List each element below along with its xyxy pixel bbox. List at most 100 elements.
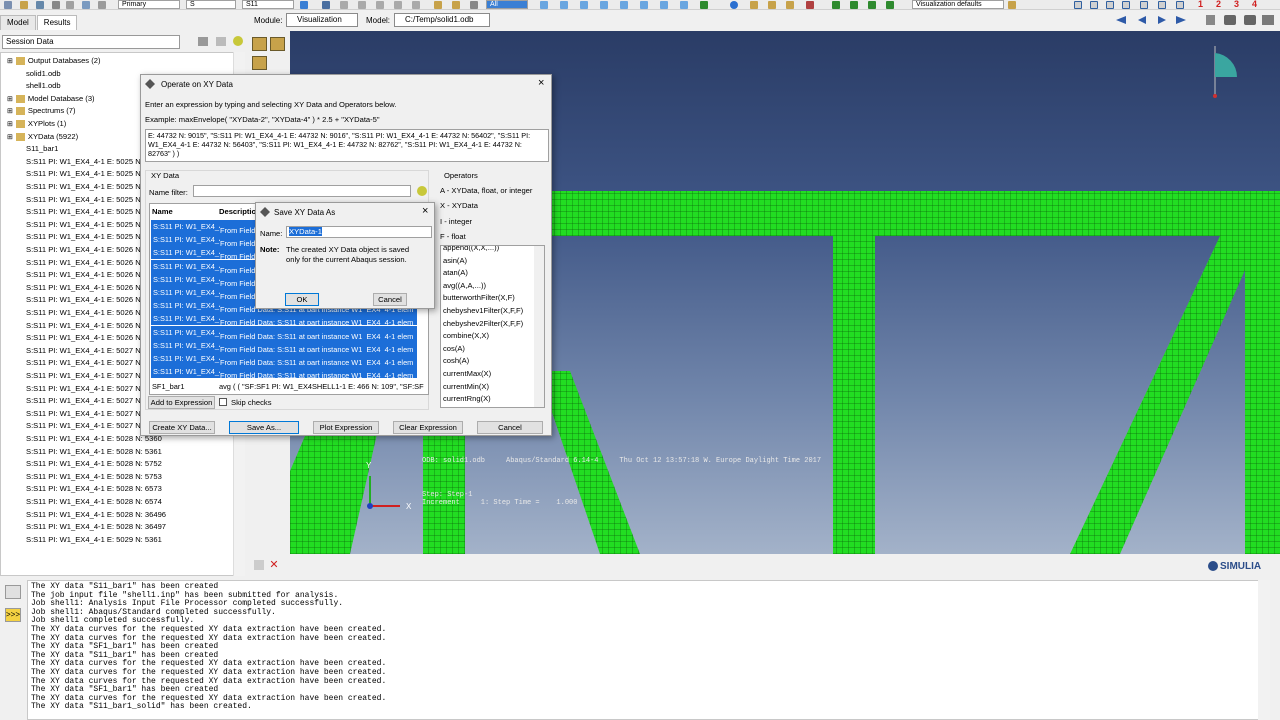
- tree-item[interactable]: S:S11 PI: W1_EX4_4-1 E: 5027 N: 5: [26, 370, 149, 383]
- mesh-hidden-icon[interactable]: [850, 1, 858, 9]
- cycle-icon[interactable]: [412, 1, 420, 9]
- list-item[interactable]: S:S11 PI: W1_EX4_4From Field Data: S:S11…: [151, 338, 417, 352]
- operator-item[interactable]: combine(X,X): [443, 330, 489, 343]
- color-code-icon[interactable]: [1008, 1, 1016, 9]
- tree-item[interactable]: S:S11 PI: W1_EX4_4-1 E: 5027 N: 5: [26, 357, 149, 370]
- tree-item[interactable]: S:S11 PI: W1_EX4_4-1 E: 5025 N: 5: [26, 194, 149, 207]
- new-icon[interactable]: [4, 1, 12, 9]
- expand-icon[interactable]: ⊞: [7, 58, 13, 65]
- back-arrow-icon[interactable]: [254, 560, 264, 570]
- module-select[interactable]: Visualization: [286, 13, 358, 27]
- tab-results[interactable]: Results: [36, 15, 78, 30]
- tree-item[interactable]: S:S11 PI: W1_EX4_4-1 E: 5028 N: 6573: [26, 483, 162, 496]
- model-select[interactable]: C:/Temp/solid1.odb: [394, 13, 490, 27]
- rotate-icon[interactable]: [340, 1, 348, 9]
- close-icon[interactable]: ×: [422, 205, 428, 217]
- tree-highlight-icon[interactable]: [233, 36, 243, 46]
- tree-item[interactable]: ⊞ Model Database (3): [7, 93, 95, 106]
- viewport-link-icon[interactable]: [1122, 1, 1130, 9]
- list-last-name[interactable]: SF1_bar1: [152, 382, 184, 391]
- variable-select[interactable]: S: [186, 0, 236, 9]
- image-icon[interactable]: [1262, 15, 1274, 25]
- message-tab-icon[interactable]: [5, 585, 21, 599]
- tree-item[interactable]: ⊞ Output Databases (2): [7, 55, 100, 68]
- create-xy-data-icon[interactable]: [252, 37, 267, 51]
- display-group-icon[interactable]: [452, 1, 460, 9]
- operators-scrollbar[interactable]: [534, 246, 544, 407]
- tree-item[interactable]: S:S11 PI: W1_EX4_4-1 E: 5026 N: 5: [26, 269, 149, 282]
- operator-item[interactable]: append((X,X,...)): [443, 246, 499, 255]
- tree-item[interactable]: S:S11 PI: W1_EX4_4-1 E: 5026 N: 6: [26, 307, 149, 320]
- expand-icon[interactable]: ⊞: [7, 121, 13, 128]
- annotation-icon[interactable]: [768, 1, 776, 9]
- operator-item[interactable]: currentMin(X): [443, 381, 489, 394]
- tree-item[interactable]: S:S11 PI: W1_EX4_4-1 E: 5028 N: 5361: [26, 446, 162, 459]
- view-manipulation-icon[interactable]: [786, 1, 794, 9]
- previous-frame-icon[interactable]: [1138, 16, 1146, 24]
- layers-icon[interactable]: [434, 1, 442, 9]
- cancel-button[interactable]: Cancel: [477, 421, 543, 434]
- primary-select[interactable]: Primary: [118, 0, 180, 9]
- operator-item[interactable]: avg((A,A,...)): [443, 280, 486, 293]
- tree-item[interactable]: S:S11 PI: W1_EX4_4-1 E: 5025 N: 6: [26, 206, 149, 219]
- print-icon[interactable]: [52, 1, 60, 9]
- tree-item[interactable]: S:S11 PI: W1_EX4_4-1 E: 5028 N: 36497: [26, 521, 166, 534]
- viewport-annot-icon[interactable]: [1176, 1, 1184, 9]
- message-scrollbar[interactable]: [1258, 580, 1270, 720]
- mesh-shaded-icon[interactable]: [886, 1, 894, 9]
- tree-item[interactable]: ⊞ XYData (5922): [7, 131, 78, 144]
- save-as-button[interactable]: Save As...: [229, 421, 299, 434]
- replace-icon[interactable]: [470, 1, 478, 9]
- view-back-icon[interactable]: [580, 1, 588, 9]
- list-last-desc[interactable]: avg ( ( "SF:SF1 PI: W1_EX4SHELL1-1 E: 46…: [219, 382, 424, 391]
- list-item[interactable]: S:S11 PI: W1_EX4_4From Field Data: S:S11…: [151, 365, 417, 379]
- tree-item[interactable]: S:S11 PI: W1_EX4_4-1 E: 5028 N: 6574: [26, 496, 162, 509]
- create-xy-data-button[interactable]: Create XY Data...: [149, 421, 215, 434]
- render-icon[interactable]: [700, 1, 708, 9]
- tool-icon[interactable]: [82, 1, 90, 9]
- open-icon[interactable]: [20, 1, 28, 9]
- session-data-select[interactable]: Session Data: [2, 35, 180, 49]
- expression-field[interactable]: E: 44732 N: 9015", "S:S11 PI: W1_EX4_4-1…: [145, 129, 549, 162]
- list-item[interactable]: S:S11 PI: W1_EX4_4From Field Data: S:S11…: [151, 325, 417, 339]
- last-frame-icon[interactable]: [1176, 16, 1186, 24]
- tree-item[interactable]: S:S11 PI: W1_EX4_4-1 E: 5026 N: 3: [26, 320, 149, 333]
- query-icon[interactable]: [98, 1, 106, 9]
- operator-item[interactable]: chebyshev1Filter(X,F,F): [443, 305, 523, 318]
- operator-item[interactable]: atan(A): [443, 267, 468, 280]
- python-prompt-icon[interactable]: >>>: [5, 608, 21, 622]
- help-icon[interactable]: [730, 1, 738, 9]
- tree-item[interactable]: S:S11 PI: W1_EX4_4-1 E: 5026 N: 5: [26, 257, 149, 270]
- view-iso-icon[interactable]: [680, 1, 688, 9]
- tree-item[interactable]: ⊞ Spectrums (7): [7, 105, 76, 118]
- view-front-icon[interactable]: [560, 1, 568, 9]
- tree-item[interactable]: S:S11 PI: W1_EX4_4-1 E: 5025 N: 3: [26, 219, 149, 232]
- component-select[interactable]: S11: [242, 0, 294, 9]
- operator-item[interactable]: currentRng(X): [443, 393, 491, 406]
- pan-icon[interactable]: [322, 1, 330, 9]
- mesh-filled-icon[interactable]: [868, 1, 876, 9]
- operators-list[interactable]: append((X,X,...)) asin(A) atan(A) avg((A,A,…: [440, 245, 545, 408]
- play-icon[interactable]: [1158, 16, 1166, 24]
- all-select[interactable]: All: [486, 0, 528, 9]
- movie-icon[interactable]: [1206, 15, 1215, 25]
- tree-item[interactable]: S:S11 PI: W1_EX4_4-1 E: 5029 N: 5361: [26, 534, 162, 547]
- tree-item[interactable]: S:S11 PI: W1_EX4_4-1 E: 5028 N: 5753: [26, 471, 162, 484]
- tab-model[interactable]: Model: [0, 15, 36, 30]
- viewport-overlay-icon[interactable]: [1158, 1, 1166, 9]
- operator-item[interactable]: asin(A): [443, 255, 467, 268]
- name-filter-input[interactable]: [193, 185, 411, 197]
- pick-icon[interactable]: [806, 1, 814, 9]
- viewport-3-button[interactable]: 3: [1234, 0, 1239, 9]
- operator-item[interactable]: butterworthFilter(X,F): [443, 292, 515, 305]
- column-description-header[interactable]: Descriptio: [219, 207, 256, 216]
- tree-item[interactable]: S:S11 PI: W1_EX4_4-1 E: 5026 N: 5: [26, 282, 149, 295]
- defaults-select[interactable]: Visualization defaults: [912, 0, 1004, 9]
- tree-item[interactable]: S:S11 PI: W1_EX4_4-1 E: 5027 N: 6: [26, 383, 149, 396]
- legend-icon[interactable]: [750, 1, 758, 9]
- xy-data-manager-icon[interactable]: [270, 37, 285, 51]
- tree-item[interactable]: S11_bar1: [26, 143, 58, 156]
- tree-item[interactable]: shell1.odb: [26, 80, 61, 93]
- tree-item[interactable]: S:S11 PI: W1_EX4_4-1 E: 5026 N: 5: [26, 244, 149, 257]
- cancel-button[interactable]: Cancel: [373, 293, 407, 306]
